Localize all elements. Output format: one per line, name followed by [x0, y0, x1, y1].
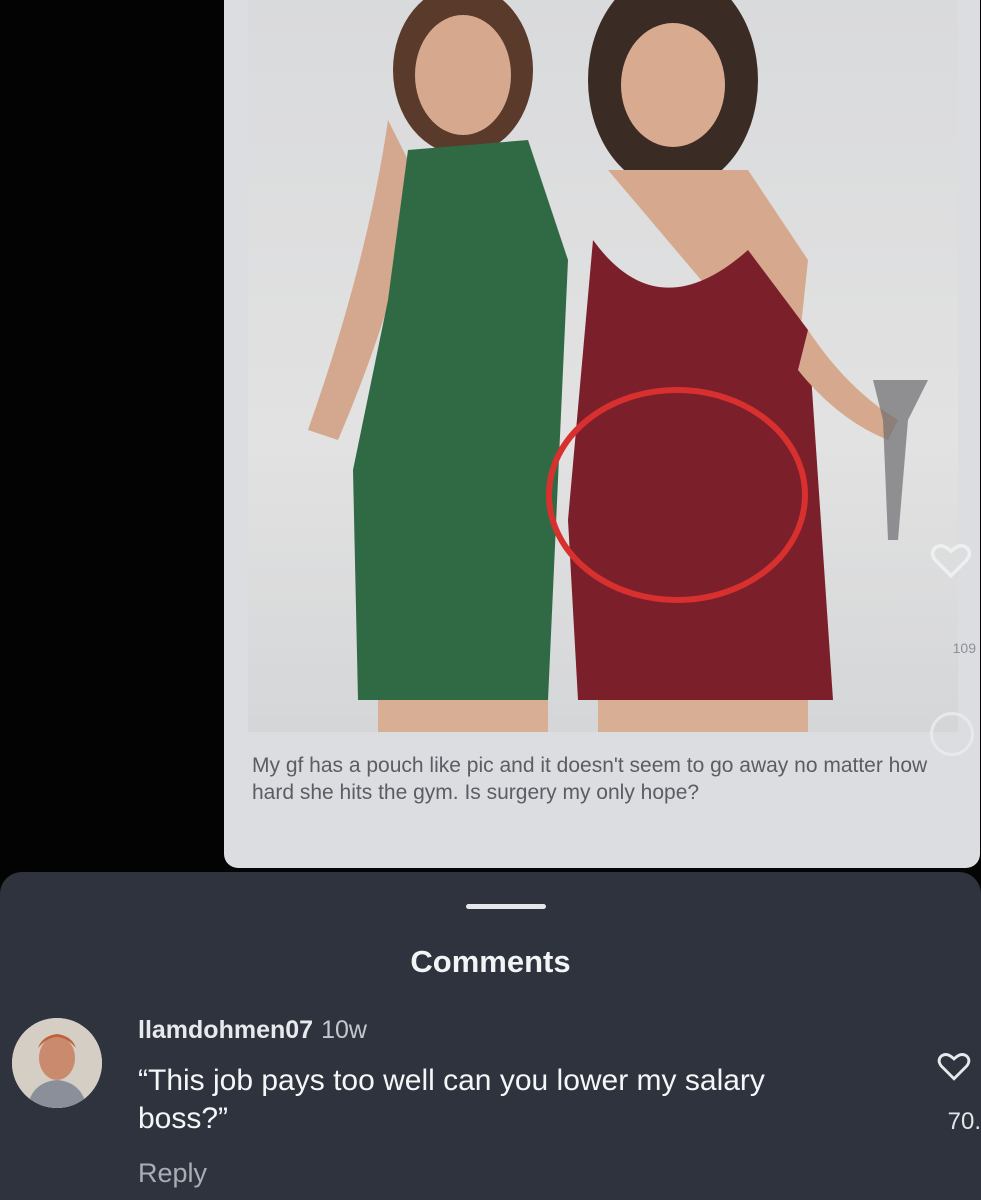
avatar-photo	[12, 1018, 102, 1108]
comment-like-count: 70.	[947, 1108, 981, 1135]
comment-like-button[interactable]	[937, 1050, 971, 1087]
heart-outline-icon	[937, 1053, 971, 1081]
post-photo[interactable]	[248, 0, 958, 732]
comments-sheet: Comments llamdohmen07 10w “This job pays …	[0, 872, 981, 1200]
post-caption: My gf has a pouch like pic and it doesn'…	[252, 754, 928, 804]
reply-button[interactable]: Reply	[138, 1158, 207, 1189]
circle-icon[interactable]	[930, 712, 974, 756]
post-like-count: 109	[952, 640, 976, 656]
comment-text: “This job pays too well can you lower my…	[138, 1064, 765, 1135]
photo-illustration	[308, 0, 928, 732]
heart-outline-icon	[930, 544, 972, 579]
person-left	[308, 0, 568, 732]
post-like-button[interactable]	[930, 540, 972, 585]
comment-username[interactable]: llamdohmen07	[138, 1016, 313, 1044]
person-right	[568, 0, 928, 732]
background-strip	[0, 0, 225, 880]
comment-header: llamdohmen07 10w	[138, 1016, 367, 1045]
comment-age: 10w	[321, 1016, 367, 1044]
post-card[interactable]: 109 My gf has a pouch like pic and it do…	[224, 0, 980, 868]
comments-title: Comments	[410, 944, 571, 979]
avatar[interactable]	[12, 1018, 102, 1108]
sheet-grabber-handle[interactable]	[466, 904, 546, 909]
